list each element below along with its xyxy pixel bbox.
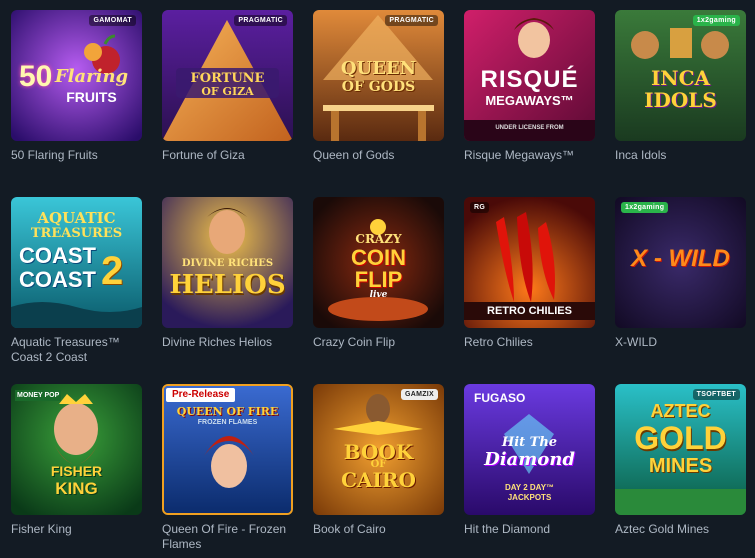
game-card[interactable]: TSOFTBET AZTEC GOLD MINES Aztec Gold Min… (615, 384, 746, 537)
game-card[interactable]: FUGASO Hit The Diamond DAY 2 DAY™ JACKPO… (464, 384, 595, 537)
game-thumbnail-book-of-cairo[interactable]: GAMZIX BOOK OF CAIRO (313, 384, 444, 515)
game-art-text: GOLD (634, 420, 727, 456)
game-title[interactable]: Risque Megaways™ (464, 148, 595, 163)
game-art-text: QUEEN OF FIRE (176, 405, 279, 418)
game-card[interactable]: RG RETRO CHILIES Retro Chilies (464, 197, 595, 350)
game-thumbnail-aztec-gold-mines[interactable]: TSOFTBET AZTEC GOLD MINES (615, 384, 746, 515)
game-art-text: INCA (650, 66, 711, 90)
game-thumbnail-divine-riches-helios[interactable]: DIVINE RICHES HELIOS (162, 197, 293, 328)
game-art-text: RISQUÉ (480, 66, 579, 93)
game-card[interactable]: GAMZIX BOOK OF CAIRO Book of Cairo (313, 384, 444, 537)
game-art-text: FORTUNE (190, 71, 265, 86)
game-art-text: QUEEN (340, 58, 417, 79)
game-card[interactable]: CRAZY COIN FLIP live Crazy Coin Flip (313, 197, 444, 350)
game-art-text: FLIP (354, 267, 403, 292)
game-thumbnail-fortune-of-giza[interactable]: PRAGMATIC FORTUNE OF GIZA (162, 10, 293, 141)
provider-badge: GAMOMAT (89, 15, 136, 26)
game-art-text: Diamond (484, 449, 575, 470)
game-title[interactable]: Divine Riches Helios (162, 335, 293, 350)
game-art-text: FISHER (50, 463, 103, 479)
game-thumbnail-queen-of-fire[interactable]: Pre-Release QUEEN OF FIRE FROZEN FLAMES (162, 384, 293, 515)
game-art-text: FRUITS (66, 89, 117, 105)
game-art-text: 2 (101, 249, 124, 293)
game-title[interactable]: Queen of Gods (313, 148, 444, 163)
game-thumbnail-queen-of-gods[interactable]: PRAGMATIC QUEEN OF GODS (313, 10, 444, 141)
game-title[interactable]: X-WILD (615, 335, 746, 350)
game-title[interactable]: Hit the Diamond (464, 522, 595, 537)
game-art-text: OF GODS (341, 79, 416, 95)
provider-badge: PRAGMATIC (234, 15, 287, 26)
game-art-text: IDOLS (644, 88, 717, 112)
provider-badge: PRAGMATIC (385, 15, 438, 26)
game-art-text: Hit The (501, 435, 558, 450)
game-art-text: HELIOS (169, 270, 286, 300)
provider-badge: 1x2gaming (692, 15, 740, 26)
game-thumbnail-fisher-king[interactable]: MONEY POP FISHER KING (11, 384, 142, 515)
game-title[interactable]: 50 Flaring Fruits (11, 148, 142, 163)
game-art-text: UNDER LICENSE FROM (495, 125, 564, 131)
game-card[interactable]: Pre-Release QUEEN OF FIRE FROZEN FLAMES … (162, 384, 293, 552)
game-art-text: live (369, 290, 388, 300)
game-card[interactable]: PRAGMATIC QUEEN OF GODS Queen of Gods (313, 10, 444, 163)
game-art-text: OF GIZA (201, 85, 254, 98)
game-art-text: RETRO CHILIES (487, 305, 572, 317)
game-thumbnail-aquatic-treasures[interactable]: AQUATIC TREASURES COAST COAST 2 (11, 197, 142, 328)
game-title[interactable]: Aztec Gold Mines (615, 522, 746, 537)
game-grid: GAMOMAT 50 Flaring FRUITS 50 Flaring Fru… (0, 0, 755, 558)
game-art-text: FROZEN FLAMES (197, 419, 258, 426)
game-thumbnail-inca-idols[interactable]: 1x2gaming INCA IDOLS (615, 10, 746, 141)
game-title[interactable]: Fisher King (11, 522, 142, 537)
game-art-text: MONEY POP (15, 390, 62, 401)
pre-release-badge: Pre-Release (166, 388, 236, 402)
game-thumbnail-crazy-coin-flip[interactable]: CRAZY COIN FLIP live (313, 197, 444, 328)
game-title[interactable]: Crazy Coin Flip (313, 335, 444, 350)
game-art-text: COAST (19, 243, 96, 268)
game-thumbnail-50-flaring-fruits[interactable]: GAMOMAT 50 Flaring FRUITS (11, 10, 142, 141)
game-card[interactable]: RISQUÉ MEGAWAYS™ UNDER LICENSE FROM Risq… (464, 10, 595, 163)
game-thumbnail-risque-megaways[interactable]: RISQUÉ MEGAWAYS™ UNDER LICENSE FROM (464, 10, 595, 141)
provider-badge: TSOFTBET (692, 389, 740, 400)
game-card[interactable]: 1x2gaming INCA IDOLS Inca Idols (615, 10, 746, 163)
game-art-text: DAY 2 DAY™ (504, 483, 555, 492)
provider-badge: RG (470, 202, 490, 213)
game-title[interactable]: Book of Cairo (313, 522, 444, 537)
game-art-text: CRAZY (355, 232, 402, 246)
game-card[interactable]: AQUATIC TREASURES COAST COAST 2 Aquatic … (11, 197, 142, 365)
game-art-text: AZTEC (650, 401, 711, 421)
game-title[interactable]: Inca Idols (615, 148, 746, 163)
game-art-text: KING (55, 479, 98, 498)
game-thumbnail-hit-the-diamond[interactable]: FUGASO Hit The Diamond DAY 2 DAY™ JACKPO… (464, 384, 595, 515)
game-thumbnail-retro-chilies[interactable]: RG RETRO CHILIES (464, 197, 595, 328)
game-art-text: TREASURES (30, 226, 123, 241)
game-title[interactable]: Retro Chilies (464, 335, 595, 350)
provider-badge: GAMZIX (400, 389, 438, 400)
game-card[interactable]: 1x2gaming X - WILD X-WILD (615, 197, 746, 350)
game-art-text: DIVINE RICHES (181, 258, 274, 269)
game-card[interactable]: MONEY POP FISHER KING Fisher King (11, 384, 142, 537)
game-art-text: COIN (351, 245, 406, 270)
game-thumbnail-x-wild[interactable]: 1x2gaming X - WILD (615, 197, 746, 328)
game-card[interactable]: GAMOMAT 50 Flaring FRUITS 50 Flaring Fru… (11, 10, 142, 163)
provider-badge: 1x2gaming (621, 202, 669, 213)
game-art-text: CAIRO (341, 468, 416, 492)
game-art-text: X - WILD (631, 245, 730, 272)
game-art-text: MINES (648, 455, 713, 477)
game-art-text: MEGAWAYS™ (485, 93, 574, 108)
game-art-text: FUGASO (474, 391, 526, 405)
game-card[interactable]: DIVINE RICHES HELIOS Divine Riches Helio… (162, 197, 293, 350)
game-title[interactable]: Aquatic Treasures™ Coast 2 Coast (11, 335, 142, 365)
game-card[interactable]: PRAGMATIC FORTUNE OF GIZA Fortune of Giz… (162, 10, 293, 163)
game-art-text: Flaring (54, 66, 129, 87)
game-title[interactable]: Fortune of Giza (162, 148, 293, 163)
game-art-text: AQUATIC (37, 209, 116, 227)
game-art-text: JACKPOTS (507, 493, 552, 502)
game-title[interactable]: Queen Of Fire - Frozen Flames (162, 522, 293, 552)
game-art-text: COAST (19, 267, 96, 292)
